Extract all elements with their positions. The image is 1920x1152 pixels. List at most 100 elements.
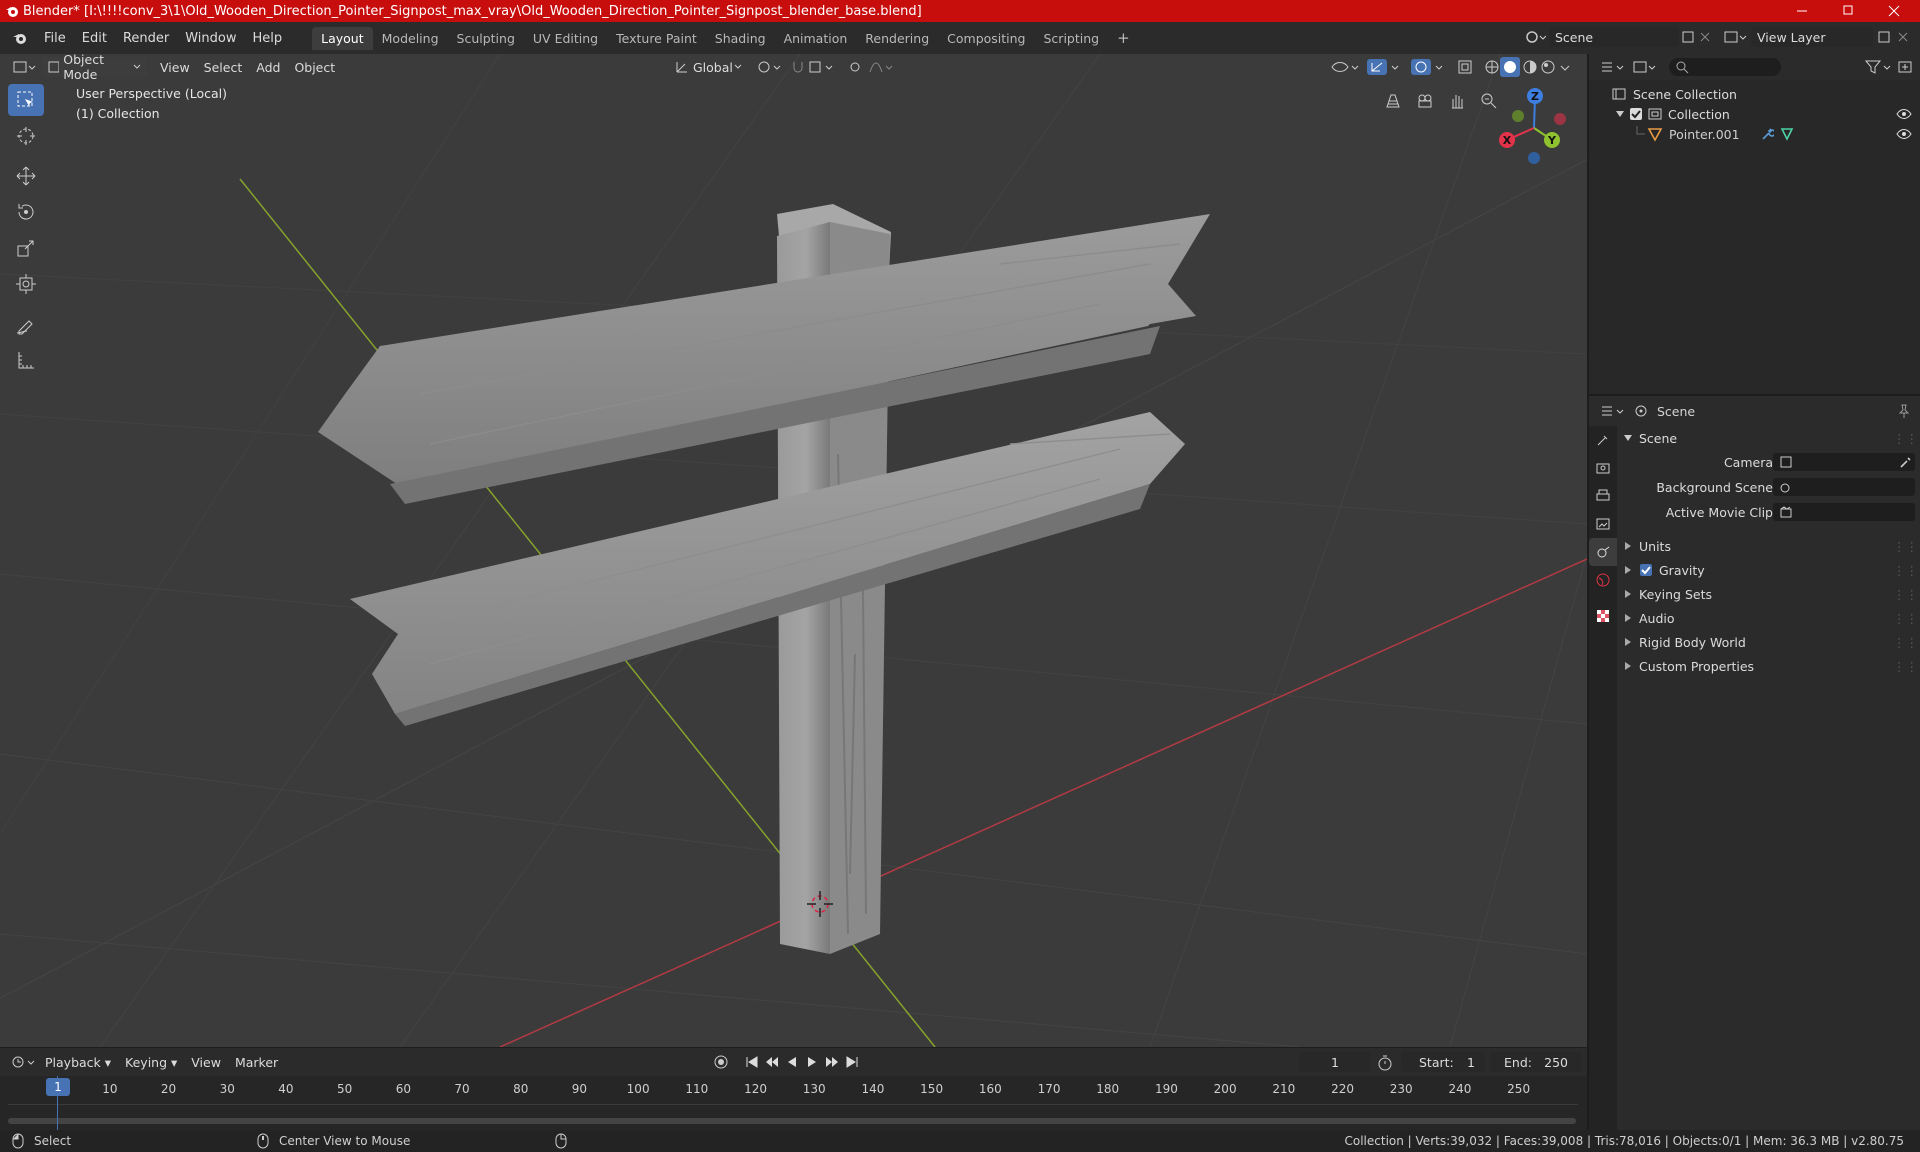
- new-collection-icon[interactable]: [1896, 58, 1914, 76]
- properties-editor-type-icon[interactable]: [1599, 402, 1627, 420]
- tab-scripting[interactable]: Scripting: [1035, 27, 1109, 50]
- mesh-data-icon[interactable]: [1780, 127, 1794, 141]
- pivot-point-icon[interactable]: [756, 58, 784, 76]
- tab-world[interactable]: [1589, 566, 1617, 594]
- tab-render[interactable]: [1589, 454, 1617, 482]
- overlay-toggle-icon[interactable]: [1410, 58, 1450, 76]
- gizmo-y-label[interactable]: Y: [1547, 134, 1557, 147]
- gizmo-z-label[interactable]: Z: [1531, 90, 1539, 103]
- tab-view-layer[interactable]: [1589, 510, 1617, 538]
- tab-layout[interactable]: Layout: [312, 26, 373, 50]
- tab-texture-paint[interactable]: Texture Paint: [607, 27, 706, 50]
- modifier-wrench-icon[interactable]: [1760, 127, 1774, 141]
- background-scene-field[interactable]: [1773, 478, 1915, 496]
- viewport-menu-add[interactable]: Add: [249, 60, 287, 75]
- remove-scene-icon[interactable]: [1697, 28, 1713, 46]
- custom-properties-panel-header[interactable]: Custom Properties ⋮⋮: [1623, 654, 1918, 678]
- new-view-layer-icon[interactable]: [1873, 28, 1895, 46]
- tab-compositing[interactable]: Compositing: [938, 27, 1034, 50]
- menu-render[interactable]: Render: [115, 31, 177, 46]
- tab-rendering[interactable]: Rendering: [856, 27, 938, 50]
- xray-toggle-icon[interactable]: [1456, 58, 1476, 76]
- measure-tool[interactable]: [8, 344, 44, 376]
- menu-window[interactable]: Window: [177, 31, 244, 46]
- 3d-viewport[interactable]: Object Mode View Select Add Object Globa…: [0, 54, 1587, 1047]
- eye-icon[interactable]: [1896, 127, 1912, 141]
- units-panel-header[interactable]: Units ⋮⋮: [1623, 534, 1918, 558]
- timeline-menu-view[interactable]: View: [184, 1055, 228, 1070]
- drag-handle-icon[interactable]: ⋮⋮: [1893, 431, 1918, 446]
- editor-type-icon[interactable]: [12, 58, 38, 76]
- view-layer-icon[interactable]: [1722, 28, 1748, 46]
- gizmo-neg-z-icon[interactable]: [1528, 152, 1540, 164]
- eye-icon[interactable]: [1896, 107, 1912, 121]
- tab-scene[interactable]: [1589, 538, 1617, 566]
- pan-view-button[interactable]: [1444, 88, 1470, 114]
- gravity-checkbox[interactable]: [1639, 563, 1653, 577]
- drag-handle-icon[interactable]: ⋮⋮: [1893, 563, 1918, 578]
- menu-help[interactable]: Help: [245, 31, 291, 46]
- scene-name-field[interactable]: Scene: [1549, 27, 1679, 47]
- jump-start-icon[interactable]: [744, 1054, 760, 1070]
- tab-texture[interactable]: [1589, 602, 1617, 630]
- play-reverse-icon[interactable]: [784, 1054, 800, 1070]
- proportional-editing-icon[interactable]: [848, 58, 896, 76]
- prev-keyframe-icon[interactable]: [764, 1054, 780, 1070]
- shading-material-icon[interactable]: [1520, 58, 1540, 76]
- tab-modeling[interactable]: Modeling: [373, 27, 448, 50]
- drag-handle-icon[interactable]: ⋮⋮: [1893, 635, 1918, 650]
- close-window-button[interactable]: [1874, 0, 1914, 22]
- tab-sculpting[interactable]: Sculpting: [448, 27, 524, 50]
- gizmo-x-label[interactable]: X: [1503, 134, 1512, 147]
- exclude-checkbox-icon[interactable]: [1629, 107, 1643, 121]
- next-keyframe-icon[interactable]: [824, 1054, 840, 1070]
- navigation-gizmo[interactable]: Z Y X: [1490, 86, 1570, 169]
- filter-icon[interactable]: [1864, 58, 1892, 76]
- outliner-row-scene-collection[interactable]: Scene Collection: [1589, 84, 1920, 104]
- annotate-tool[interactable]: [8, 308, 44, 340]
- transform-orientation-selector[interactable]: Global: [669, 57, 749, 77]
- timeline-scrollbar[interactable]: [8, 1118, 1576, 1124]
- gizmo-toggle-icon[interactable]: [1366, 58, 1406, 76]
- menu-edit[interactable]: Edit: [74, 31, 115, 46]
- scene-panel-header[interactable]: Scene ⋮⋮: [1623, 426, 1918, 450]
- playhead-frame-label[interactable]: 1: [46, 1078, 70, 1096]
- camera-view-button[interactable]: [1412, 88, 1438, 114]
- drag-handle-icon[interactable]: ⋮⋮: [1893, 539, 1918, 554]
- active-movie-clip-field[interactable]: [1773, 503, 1915, 521]
- rotate-tool[interactable]: [8, 196, 44, 228]
- play-icon[interactable]: [804, 1054, 820, 1070]
- record-icon[interactable]: [712, 1053, 730, 1071]
- blender-menu-icon[interactable]: [12, 30, 28, 46]
- outliner-row-pointer-object[interactable]: Pointer.001: [1589, 124, 1920, 144]
- current-frame-field[interactable]: 1: [1299, 1052, 1371, 1072]
- tab-uv-editing[interactable]: UV Editing: [524, 27, 607, 50]
- view-layer-field[interactable]: View Layer: [1751, 27, 1873, 47]
- move-tool[interactable]: [8, 160, 44, 192]
- audio-panel-header[interactable]: Audio ⋮⋮: [1623, 606, 1918, 630]
- gizmo-neg-y-icon[interactable]: [1512, 110, 1524, 122]
- cursor-tool[interactable]: [8, 120, 44, 152]
- expand-arrow-icon[interactable]: [1615, 109, 1625, 119]
- snap-icon[interactable]: [790, 58, 838, 76]
- remove-view-layer-icon[interactable]: [1895, 28, 1911, 46]
- viewport-scene[interactable]: [0, 54, 1587, 1047]
- shading-options-icon[interactable]: [1558, 58, 1574, 76]
- tab-animation[interactable]: Animation: [775, 27, 857, 50]
- outliner-search-input[interactable]: [1669, 58, 1781, 76]
- eyedropper-icon[interactable]: [1899, 455, 1913, 469]
- shading-solid-icon[interactable]: [1500, 57, 1520, 77]
- rigid-body-world-panel-header[interactable]: Rigid Body World ⋮⋮: [1623, 630, 1918, 654]
- drag-handle-icon[interactable]: ⋮⋮: [1893, 659, 1918, 674]
- drag-handle-icon[interactable]: ⋮⋮: [1893, 611, 1918, 626]
- select-box-tool[interactable]: [8, 84, 44, 116]
- display-mode-icon[interactable]: [1631, 58, 1659, 76]
- tab-output[interactable]: [1589, 482, 1617, 510]
- add-workspace-button[interactable]: +: [1108, 25, 1139, 51]
- viewport-menu-select[interactable]: Select: [197, 60, 250, 75]
- viewport-menu-view[interactable]: View: [153, 60, 197, 75]
- toggle-ortho-button[interactable]: [1380, 88, 1406, 114]
- visibility-selector-icon[interactable]: [1330, 58, 1362, 76]
- mode-selector[interactable]: Object Mode: [41, 54, 147, 82]
- start-frame-field[interactable]: Start: 1: [1401, 1052, 1485, 1072]
